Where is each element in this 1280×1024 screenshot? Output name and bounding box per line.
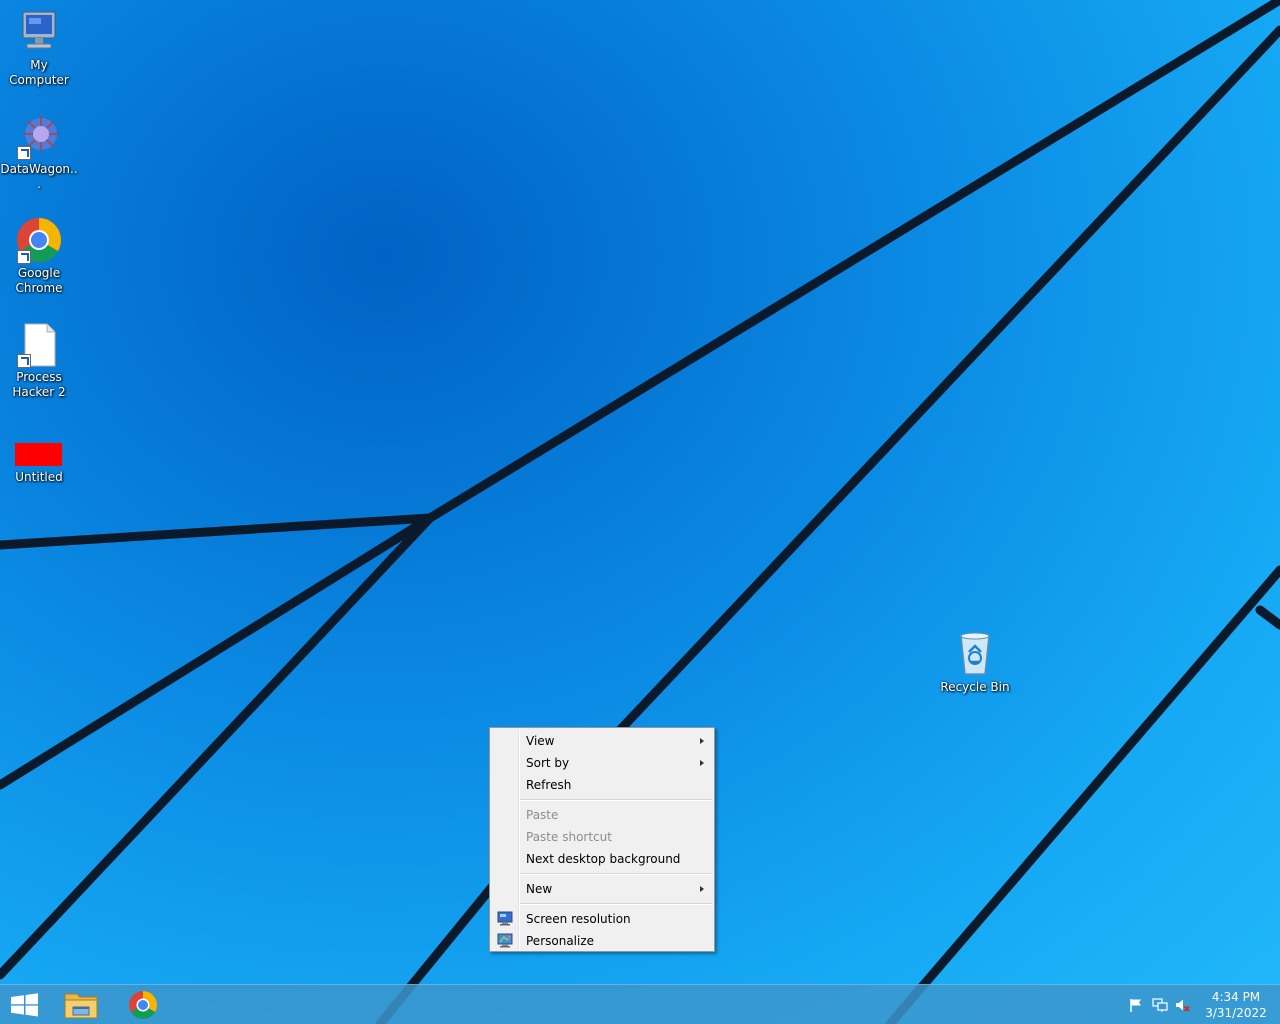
menu-item-label: Paste shortcut — [526, 830, 612, 844]
red-rectangle-icon — [15, 436, 63, 468]
recycle-bin-icon — [951, 630, 999, 678]
menu-separator — [520, 873, 712, 875]
menu-item-new[interactable]: New — [492, 878, 712, 900]
screen-resolution-icon — [497, 911, 513, 926]
taskbar-file-explorer-button[interactable] — [54, 985, 108, 1024]
desktop-icon-process-hacker[interactable]: Process Hacker 2 — [0, 320, 78, 400]
system-tray: 4:34 PM 3/31/2022 — [1120, 985, 1280, 1024]
menu-item-label: Sort by — [526, 756, 570, 770]
submenu-arrow-icon — [700, 738, 704, 744]
menu-item-paste-shortcut[interactable]: Paste shortcut — [492, 826, 712, 848]
file-explorer-icon — [64, 993, 98, 1019]
desktop-icon-label: DataWagon... — [0, 162, 78, 191]
desktop-icon-untitled[interactable]: Untitled — [0, 436, 78, 485]
menu-item-refresh[interactable]: Refresh — [492, 774, 712, 796]
menu-item-personalize[interactable]: Personalize — [492, 930, 712, 952]
menu-item-label: View — [526, 734, 555, 748]
taskbar-chrome-button[interactable] — [116, 985, 170, 1024]
menu-item-label: Paste — [526, 808, 559, 822]
chrome-icon — [15, 216, 63, 264]
desktop-icon-google-chrome[interactable]: Google Chrome — [0, 216, 78, 296]
menu-item-label: Screen resolution — [526, 912, 631, 926]
desktop-icon-my-computer[interactable]: My Computer — [0, 8, 78, 88]
taskbar: 4:34 PM 3/31/2022 — [0, 984, 1280, 1024]
personalize-icon — [497, 933, 513, 948]
menu-item-label: Next desktop background — [526, 852, 681, 866]
speaker-muted-icon[interactable] — [1174, 997, 1190, 1013]
network-icon[interactable] — [1152, 997, 1168, 1013]
menu-item-label: Refresh — [526, 778, 572, 792]
chrome-icon — [129, 991, 157, 1019]
taskbar-clock[interactable]: 4:34 PM 3/31/2022 — [1204, 989, 1268, 1021]
desktop-icon-label: My Computer — [9, 58, 69, 87]
menu-item-label: New — [526, 882, 553, 896]
clock-time: 4:34 PM — [1211, 990, 1261, 1004]
shortcut-arrow-icon — [17, 250, 31, 264]
desktop-icon-label: Process Hacker 2 — [12, 370, 66, 399]
menu-item-label: Personalize — [526, 934, 595, 948]
datawagon-icon — [15, 112, 63, 160]
clock-date: 3/31/2022 — [1205, 1006, 1267, 1020]
menu-separator — [520, 903, 712, 905]
menu-item-screen-resolution[interactable]: Screen resolution — [492, 908, 712, 930]
submenu-arrow-icon — [700, 760, 704, 766]
desktop-context-menu: View Sort by Refresh Paste Paste shortcu… — [489, 727, 715, 952]
computer-icon — [15, 8, 63, 56]
start-button[interactable] — [0, 985, 56, 1024]
file-icon — [15, 320, 63, 368]
desktop-icon-recycle-bin[interactable]: Recycle Bin — [936, 630, 1014, 695]
submenu-arrow-icon — [700, 886, 704, 892]
desktop-icon-label: Untitled — [15, 470, 63, 484]
menu-item-sort-by[interactable]: Sort by — [492, 752, 712, 774]
action-center-flag-icon[interactable] — [1128, 997, 1144, 1013]
desktop-icon-label: Recycle Bin — [940, 680, 1010, 694]
menu-item-paste[interactable]: Paste — [492, 804, 712, 826]
shortcut-arrow-icon — [17, 146, 31, 160]
menu-item-next-desktop-background[interactable]: Next desktop background — [492, 848, 712, 870]
desktop[interactable]: My Computer DataWagon... Google Chrome P… — [0, 0, 1280, 1024]
menu-item-view[interactable]: View — [492, 730, 712, 752]
menu-separator — [520, 799, 712, 801]
windows-logo-icon — [11, 993, 38, 1017]
shortcut-arrow-icon — [17, 354, 31, 368]
desktop-icon-datawagon[interactable]: DataWagon... — [0, 112, 78, 192]
desktop-icon-label: Google Chrome — [15, 266, 63, 295]
